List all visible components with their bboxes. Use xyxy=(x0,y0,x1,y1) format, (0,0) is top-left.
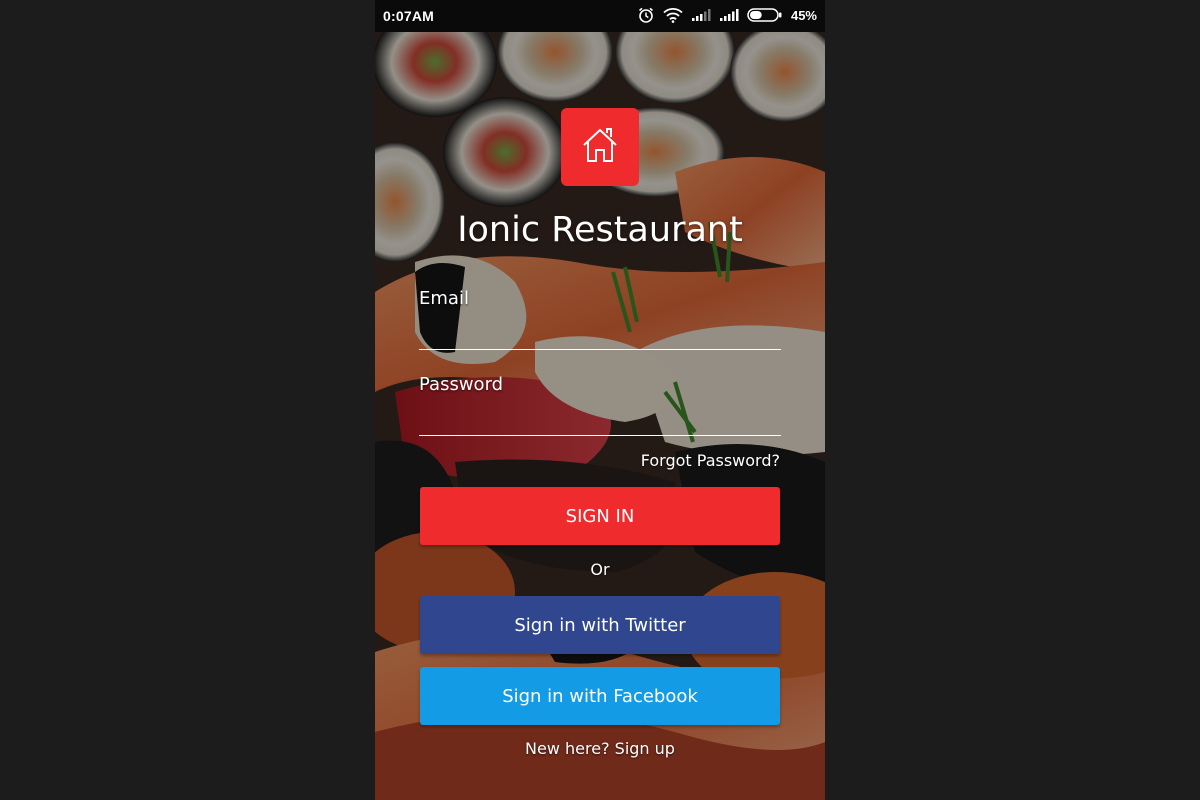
home-icon xyxy=(579,124,621,170)
password-field: Password xyxy=(419,374,781,436)
password-input[interactable] xyxy=(419,407,781,436)
twitter-sign-in-button[interactable]: Sign in with Twitter xyxy=(420,596,780,654)
battery-level-fill xyxy=(749,11,762,19)
status-time: 0:07AM xyxy=(383,8,434,24)
status-bar: 0:07AM 45% xyxy=(375,0,825,32)
phone-frame: 0:07AM 45% Ionic Restaurant Email Passwo… xyxy=(375,0,825,800)
battery-percent: 45% xyxy=(790,7,817,23)
or-divider-text: Or xyxy=(590,560,610,579)
app-logo xyxy=(561,108,639,186)
alarm-icon xyxy=(637,6,655,24)
signal-icon xyxy=(719,8,739,22)
sign-up-link[interactable]: New here? Sign up xyxy=(375,739,825,758)
email-label: Email xyxy=(419,288,469,309)
status-icons: 45% xyxy=(637,6,817,24)
login-screen: Ionic Restaurant Email Password Forgot P… xyxy=(375,32,825,800)
email-input[interactable] xyxy=(419,321,781,350)
password-label: Password xyxy=(419,374,504,395)
signal-icon xyxy=(691,8,711,22)
app-title: Ionic Restaurant xyxy=(457,210,743,250)
battery-icon xyxy=(747,8,783,22)
email-field: Email xyxy=(419,288,781,350)
facebook-sign-in-button[interactable]: Sign in with Facebook xyxy=(420,667,780,725)
forgot-password-link[interactable]: Forgot Password? xyxy=(641,451,780,470)
sign-in-button[interactable]: SIGN IN xyxy=(420,487,780,545)
wifi-icon xyxy=(663,7,683,23)
